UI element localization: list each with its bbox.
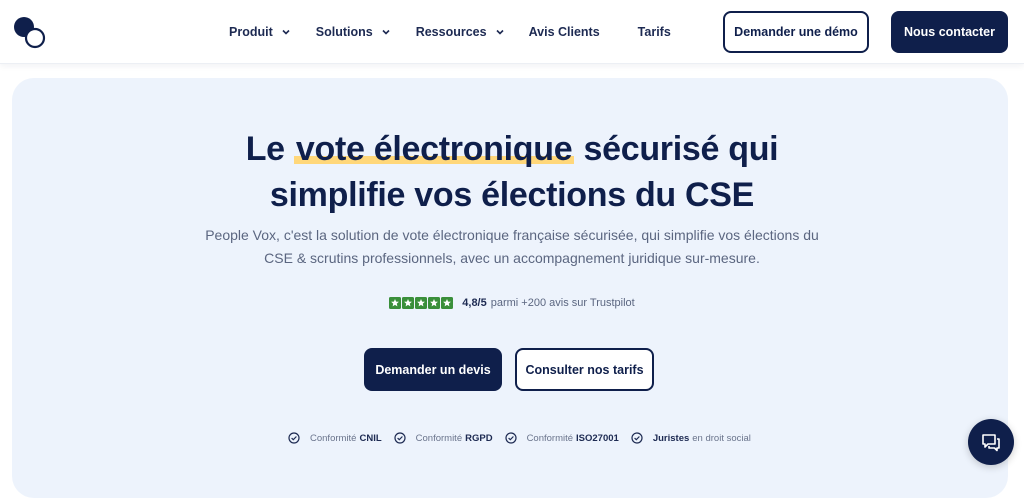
view-pricing-button[interactable]: Consulter nos tarifs	[515, 348, 654, 391]
title-highlight: vote électronique	[293, 130, 575, 168]
nav-item-label: Solutions	[315, 25, 373, 39]
nav-item-avis-clients[interactable]: Avis Clients	[529, 25, 600, 39]
trustpilot-rating[interactable]: 4,8/5 parmi +200 avis sur Trustpilot	[0, 297, 1024, 309]
hero-subtitle: People Vox, c'est la solution de vote él…	[0, 224, 1024, 270]
nav-item-label: Ressources	[415, 25, 487, 39]
check-circle-icon	[394, 432, 406, 444]
nav-item-solutions[interactable]: Solutions	[316, 25, 391, 39]
chevron-down-icon	[496, 29, 504, 35]
check-circle-icon	[631, 432, 643, 444]
nav-item-produit[interactable]: Produit	[229, 25, 291, 39]
star-icon	[415, 297, 428, 309]
request-demo-button[interactable]: Demander une démo	[723, 11, 869, 53]
badge-prefix: Conformité	[526, 432, 574, 444]
title-suffix: sécurisé qui	[574, 130, 779, 168]
nav-item-label: Tarifs	[637, 25, 671, 39]
subtitle-line-2: CSE & scrutins professionnels, avec un a…	[264, 250, 760, 266]
subtitle-line-1: People Vox, c'est la solution de vote él…	[205, 227, 819, 243]
badge-bold: CNIL	[359, 432, 382, 444]
title-prefix: Le	[245, 130, 294, 168]
chevron-down-icon	[282, 29, 290, 35]
nav-item-label: Produit	[229, 25, 273, 39]
badge-iso27001: Conformité ISO27001	[504, 432, 619, 444]
request-quote-button[interactable]: Demander un devis	[364, 348, 502, 391]
nav-item-tarifs[interactable]: Tarifs	[638, 25, 671, 39]
star-icon	[389, 297, 402, 309]
badge-prefix: Conformité	[415, 432, 463, 444]
badge-cnil: Conformité CNIL	[288, 432, 382, 444]
rating-text: parmi +200 avis sur Trustpilot	[490, 297, 635, 309]
hero-cta-row: Demander un devis Consulter nos tarifs	[364, 348, 654, 391]
chat-button[interactable]	[968, 419, 1014, 465]
star-icon	[441, 297, 454, 309]
badge-juristes: Juristes en droit social	[631, 432, 751, 444]
contact-us-button[interactable]: Nous contacter	[891, 11, 1008, 53]
rating-score: 4,8/5	[462, 297, 487, 309]
top-navigation-bar: Produit Solutions Ressources Avis Client…	[0, 0, 1024, 64]
main-nav: Produit Solutions Ressources Avis Client…	[229, 0, 671, 64]
people-vox-logo[interactable]	[12, 14, 48, 50]
badge-rgpd: Conformité RGPD	[394, 432, 493, 444]
chevron-down-icon	[382, 29, 390, 35]
compliance-badges: Conformité CNIL Conformité RGPD Conformi…	[288, 432, 763, 444]
check-circle-icon	[504, 432, 517, 444]
nav-item-label: Avis Clients	[528, 25, 600, 39]
rating-stars	[389, 297, 454, 309]
chat-icon	[982, 434, 1000, 452]
badge-suffix: en droit social	[692, 432, 751, 444]
hero-title: Le vote électronique sécurisé qui simpli…	[0, 126, 1024, 218]
badge-bold: RGPD	[465, 432, 493, 444]
star-icon	[402, 297, 415, 309]
nav-item-ressources[interactable]: Ressources	[416, 25, 505, 39]
badge-prefix: Conformité	[310, 432, 357, 444]
check-circle-icon	[288, 432, 300, 444]
badge-bold: Juristes	[652, 432, 690, 444]
star-icon	[428, 297, 441, 309]
title-line-2: simplifie vos élections du CSE	[269, 176, 755, 214]
badge-bold: ISO27001	[576, 432, 619, 444]
